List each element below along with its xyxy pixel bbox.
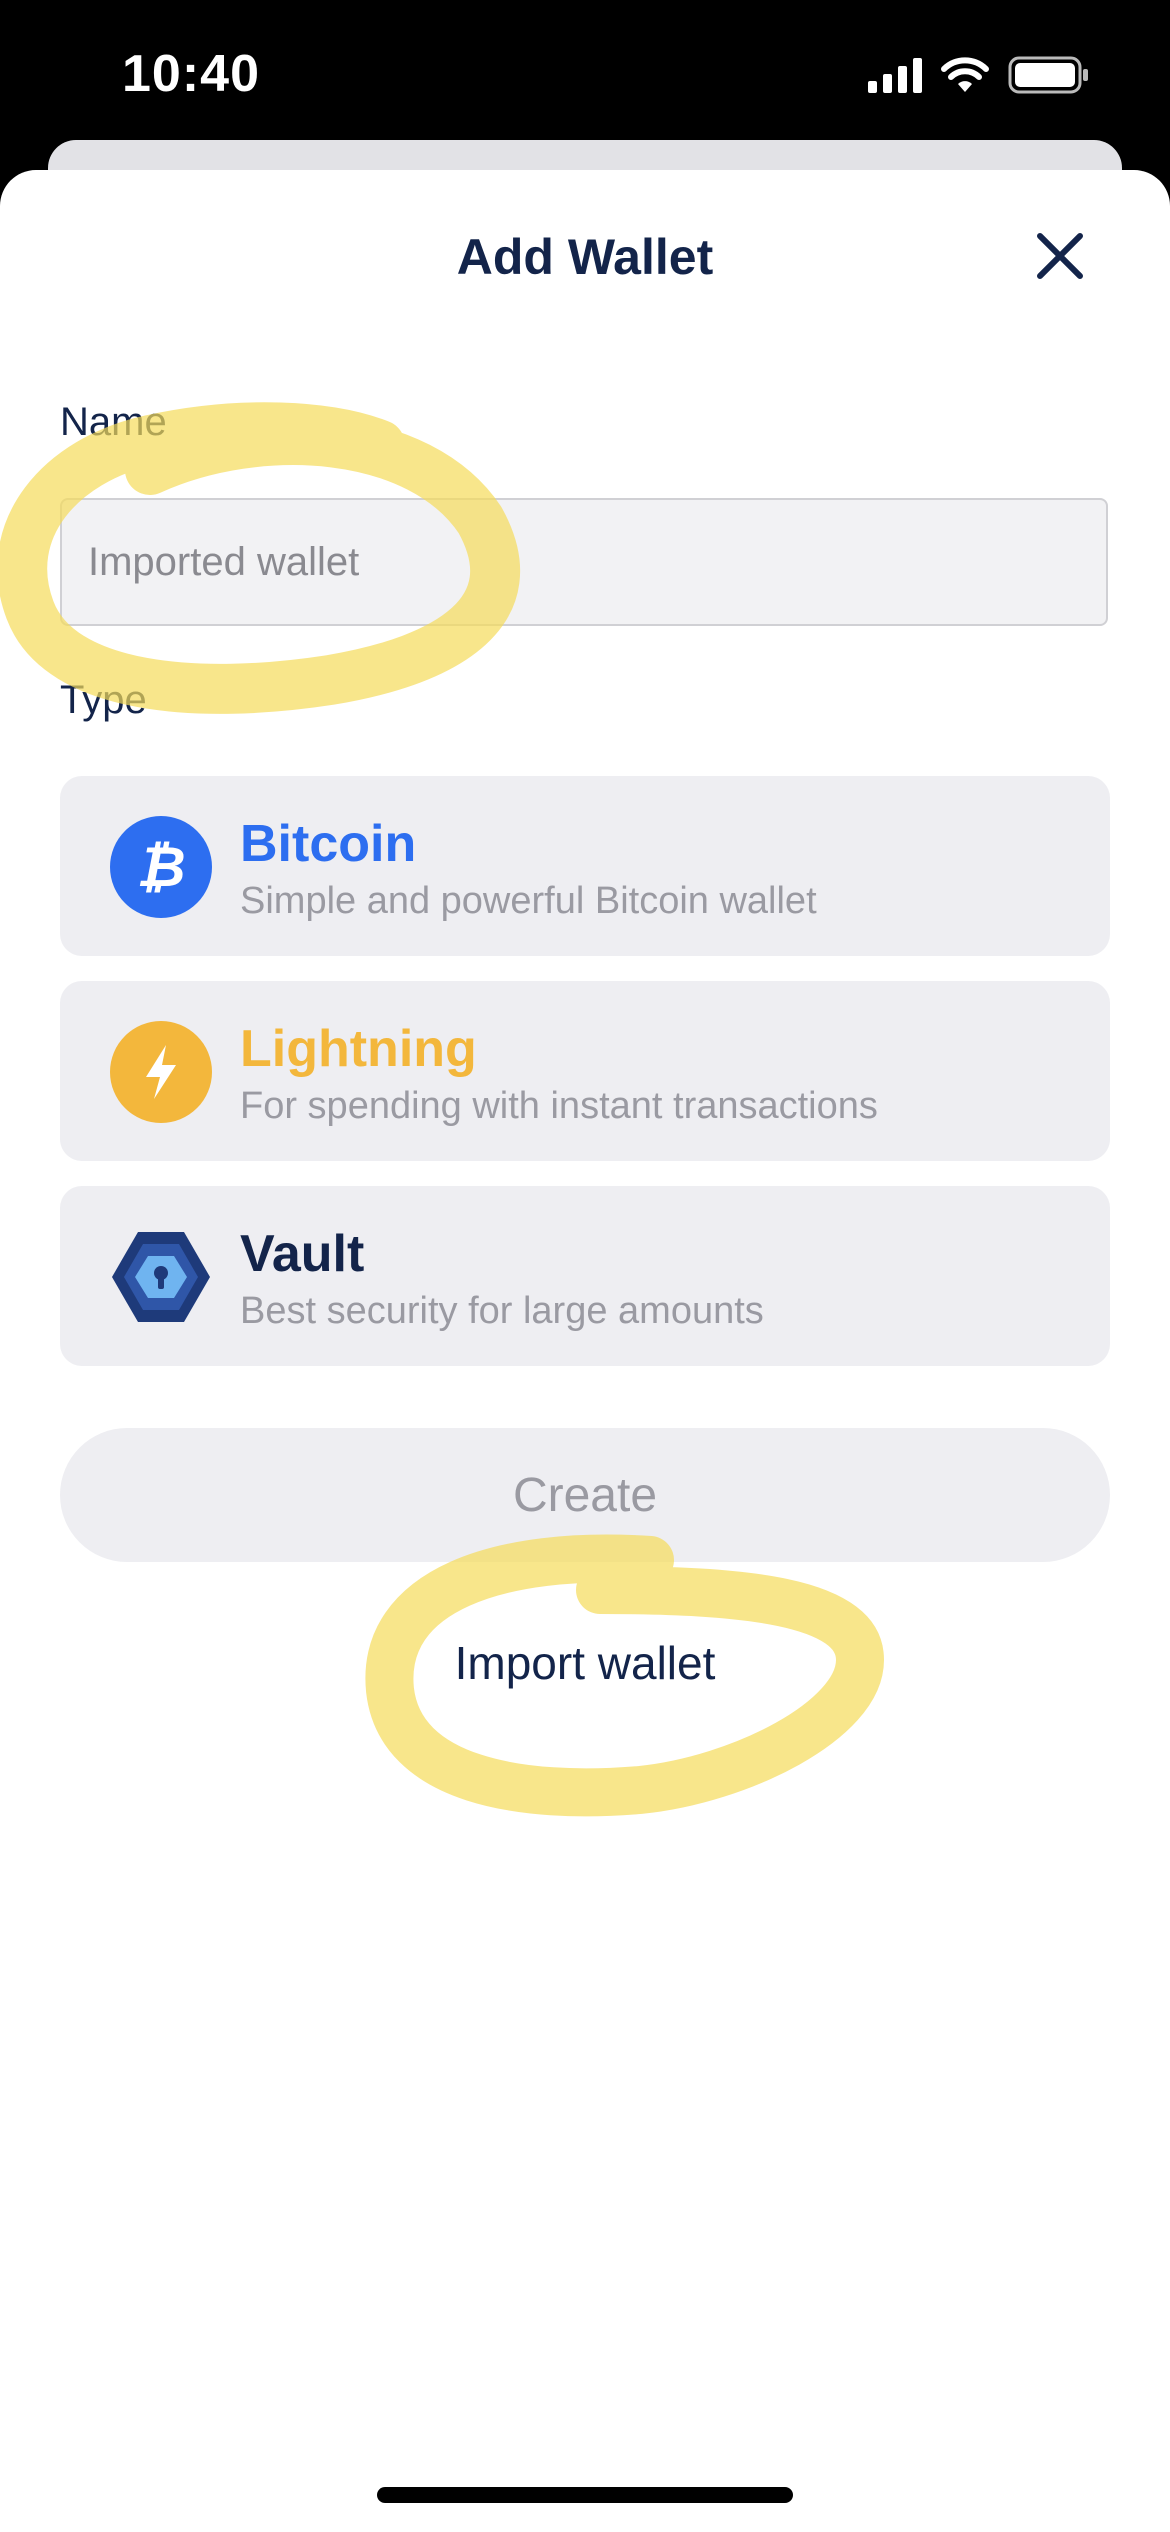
status-time: 10:40	[122, 45, 260, 103]
close-icon	[1037, 233, 1083, 279]
vault-icon	[112, 1232, 210, 1322]
bitcoin-title: Bitcoin	[240, 815, 417, 873]
status-bar: 10:40	[0, 0, 1170, 150]
vault-description: Best security for large amounts	[240, 1290, 764, 1332]
svg-text:₿: ₿	[136, 835, 185, 898]
name-input[interactable]	[60, 498, 1108, 626]
wifi-icon	[941, 57, 989, 92]
bitcoin-description: Simple and powerful Bitcoin wallet	[240, 880, 817, 922]
cellular-signal-icon	[868, 57, 922, 93]
sheet-title: Add Wallet	[456, 229, 714, 285]
home-indicator	[377, 2487, 793, 2503]
close-button[interactable]	[1030, 226, 1090, 286]
lightning-icon	[110, 1021, 212, 1123]
add-wallet-screen: 10:40 Add Wallet Name Imported wallet Ty…	[0, 0, 1170, 2532]
import-wallet-button[interactable]: Import wallet	[0, 1636, 1170, 1690]
type-option-bitcoin[interactable]: ₿ Bitcoin Simple and powerful Bitcoin wa…	[60, 776, 1110, 956]
type-label: Type	[60, 678, 147, 722]
lightning-description: For spending with instant transactions	[240, 1085, 878, 1127]
vault-title: Vault	[240, 1225, 365, 1283]
bitcoin-icon: ₿	[110, 816, 212, 918]
lightning-title: Lightning	[240, 1020, 477, 1078]
name-label: Name	[60, 400, 167, 444]
status-icons	[868, 56, 1090, 94]
type-option-lightning[interactable]: Lightning For spending with instant tran…	[60, 981, 1110, 1161]
battery-icon	[1008, 56, 1088, 94]
type-option-vault[interactable]: Vault Best security for large amounts	[60, 1186, 1110, 1366]
create-button[interactable]: Create	[60, 1428, 1110, 1562]
add-wallet-sheet: Add Wallet Name Type ₿ Bitcoin Simple an…	[0, 170, 1170, 2532]
